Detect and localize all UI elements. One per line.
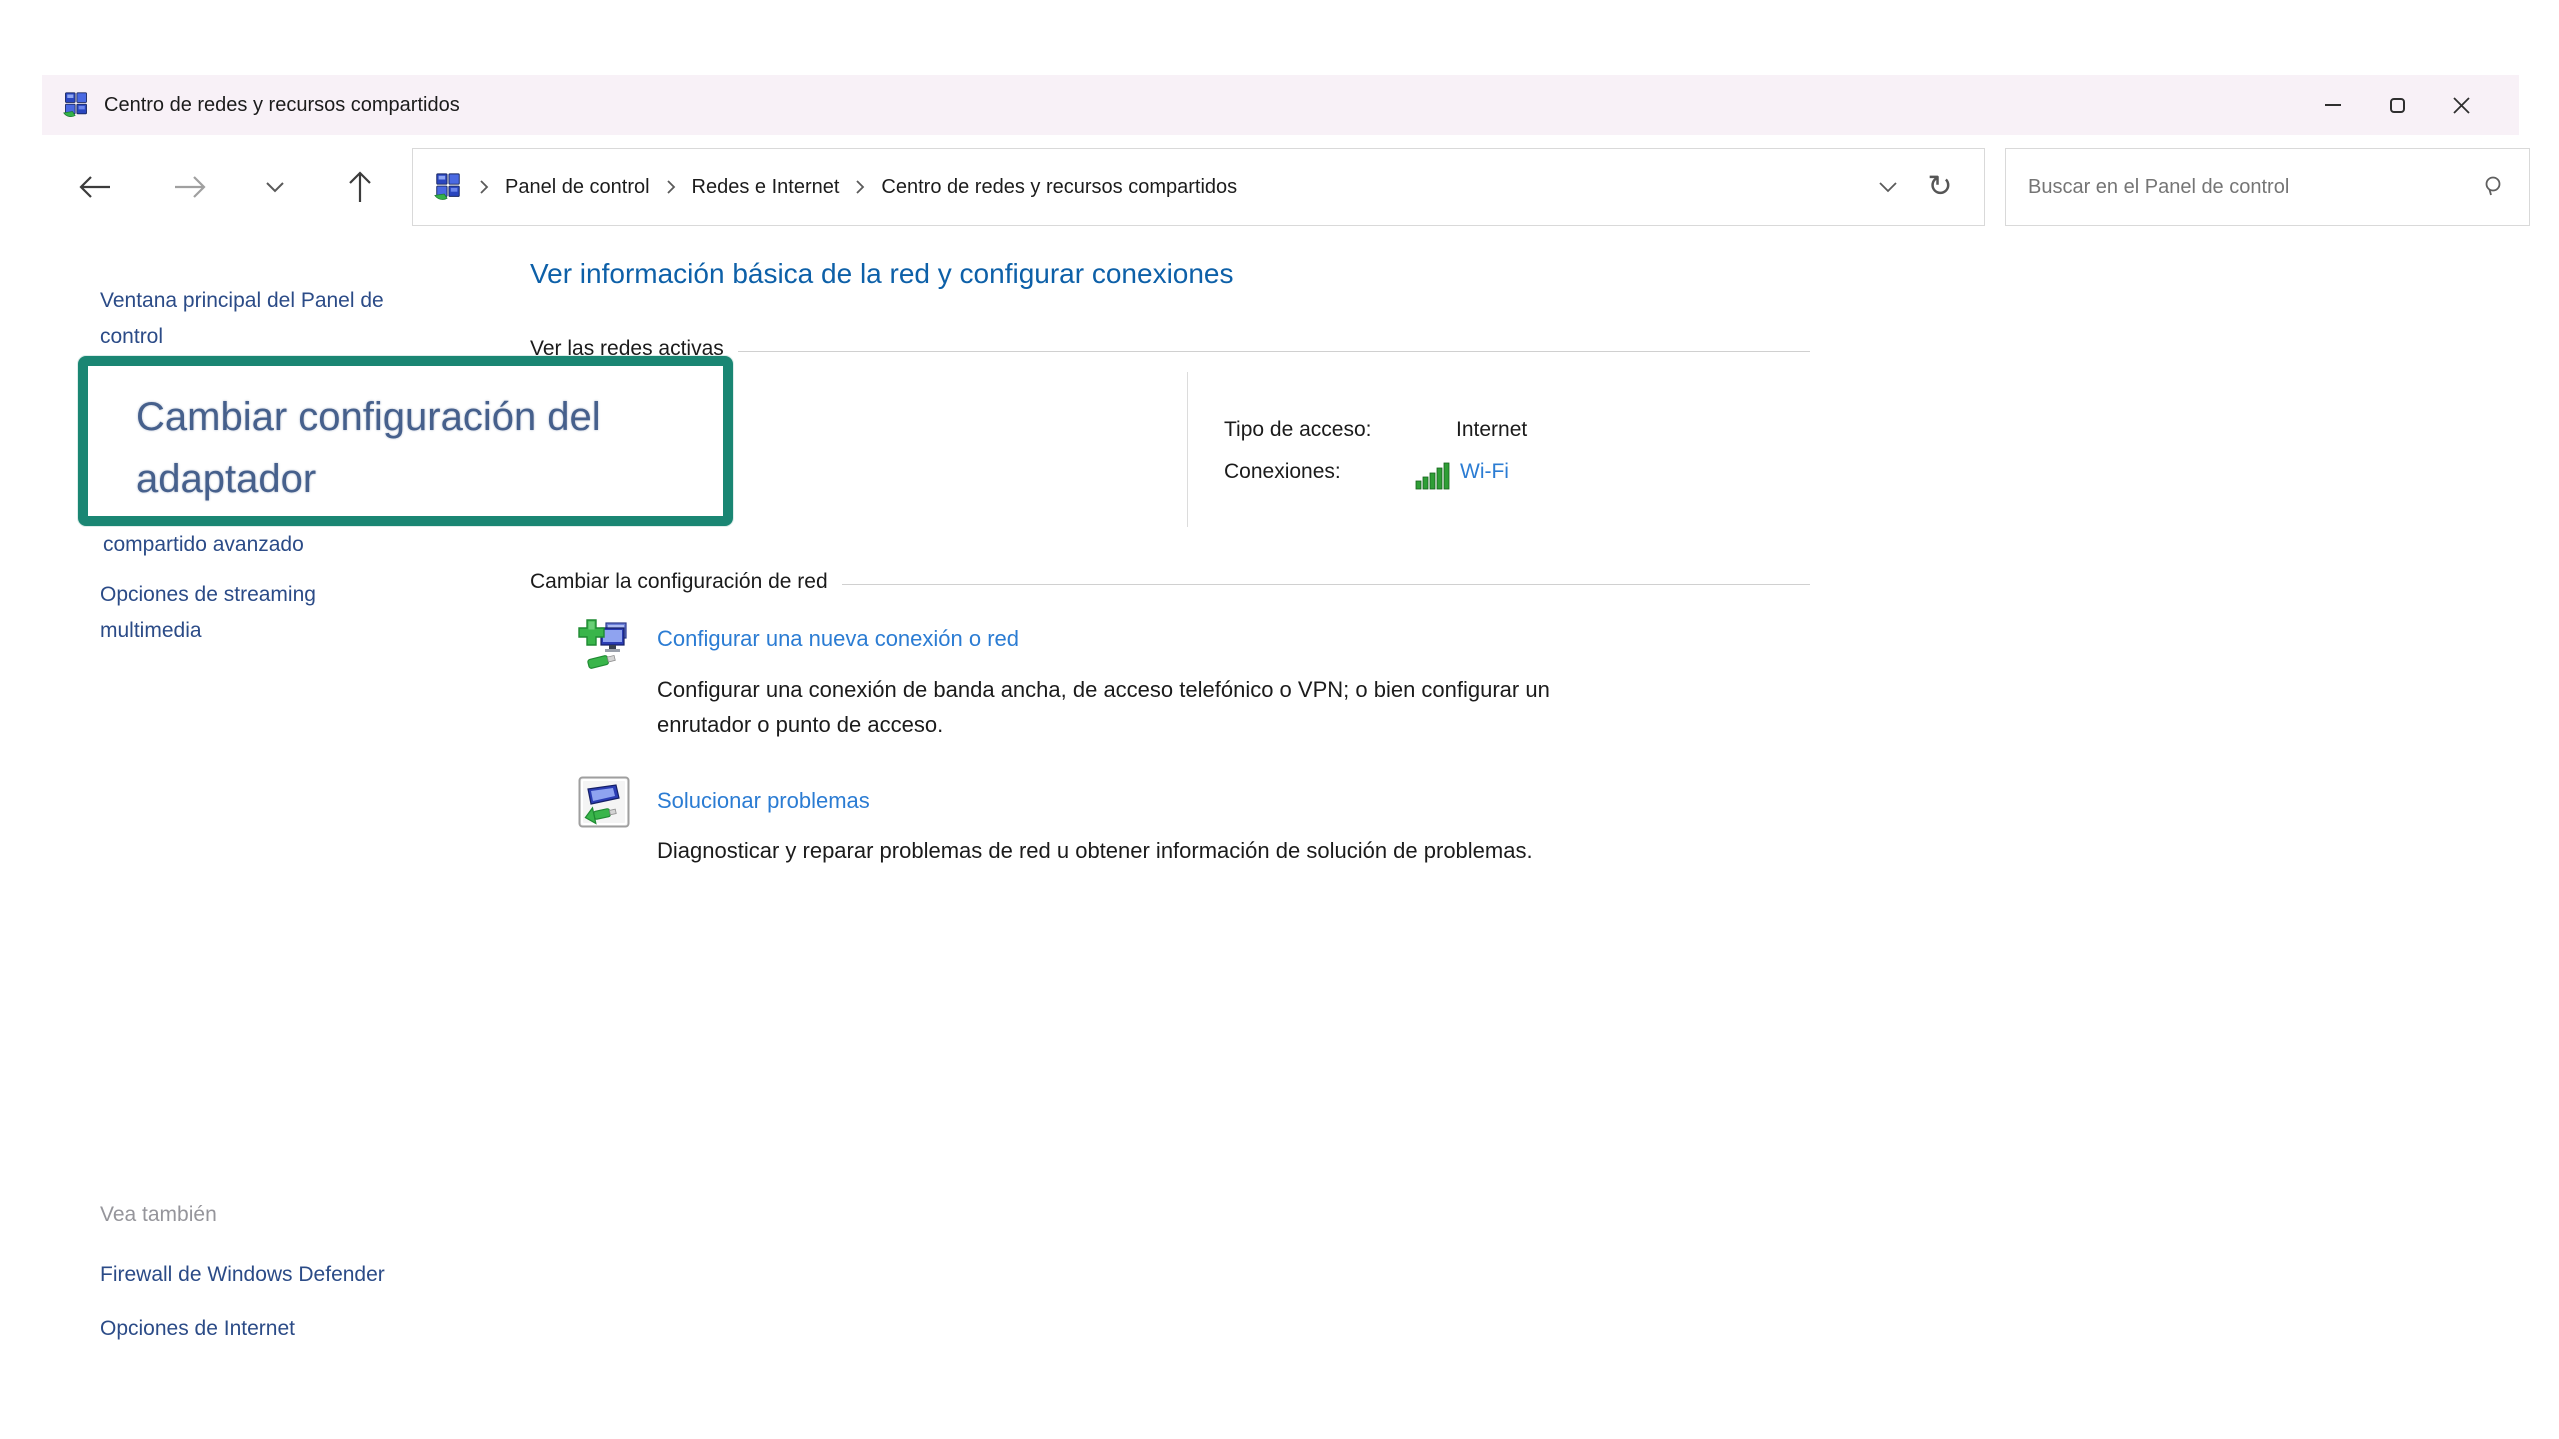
- chevron-down-icon: [265, 181, 285, 193]
- sidebar-item-media-streaming[interactable]: Opciones de streaming multimedia: [100, 577, 330, 649]
- setup-new-connection-description: Configurar una conexión de banda ancha, …: [657, 672, 1550, 742]
- change-network-settings-section-header: Cambiar la configuración de red: [530, 570, 1810, 594]
- refresh-button[interactable]: ↻: [1914, 161, 1966, 213]
- search-input[interactable]: [2028, 176, 2483, 199]
- address-dropdown-button[interactable]: [1862, 161, 1914, 213]
- breadcrumb-item-centro-de-redes[interactable]: Centro de redes y recursos compartidos: [881, 176, 1237, 199]
- up-arrow-icon: [347, 170, 373, 204]
- sidebar-item-internet-options[interactable]: Opciones de Internet: [100, 1311, 295, 1347]
- chevron-right-icon: [855, 179, 865, 195]
- recent-locations-button[interactable]: [256, 164, 294, 210]
- address-bar-controls: ↻: [1862, 161, 1966, 213]
- wifi-signal-icon: [1415, 462, 1453, 490]
- forward-button[interactable]: [167, 164, 213, 210]
- address-bar[interactable]: Panel de control Redes e Internet Centro…: [412, 148, 1985, 226]
- up-button[interactable]: [337, 164, 383, 210]
- close-icon: [2452, 96, 2471, 115]
- change-adapter-settings-callout: Cambiar configuración del adaptador: [78, 356, 733, 526]
- window-controls: [2301, 83, 2493, 127]
- window-title: Centro de redes y recursos compartidos: [104, 94, 460, 117]
- troubleshoot-problems-description: Diagnosticar y reparar problemas de red …: [657, 833, 1533, 868]
- back-button[interactable]: [72, 164, 118, 210]
- sidebar-item-windows-defender-firewall[interactable]: Firewall de Windows Defender: [100, 1257, 385, 1293]
- close-button[interactable]: [2429, 83, 2493, 127]
- wifi-connection-link[interactable]: Wi-Fi: [1460, 460, 1509, 484]
- section-divider: [842, 584, 1810, 585]
- page-title: Ver información básica de la red y confi…: [530, 258, 1234, 290]
- description-line: Diagnosticar y reparar problemas de red …: [657, 833, 1533, 868]
- chevron-right-icon: [666, 179, 676, 195]
- change-network-settings-label: Cambiar la configuración de red: [530, 570, 828, 594]
- forward-arrow-icon: [173, 174, 207, 200]
- setup-new-connection-link[interactable]: Configurar una nueva conexión o red: [657, 626, 1019, 652]
- titlebar: Centro de redes y recursos compartidos: [42, 75, 2519, 135]
- search-box: [2005, 148, 2530, 226]
- sidebar-item-control-panel-home[interactable]: Ventana principal del Panel de control: [100, 283, 400, 355]
- description-line: Configurar una conexión de banda ancha, …: [657, 672, 1550, 707]
- refresh-icon: ↻: [1927, 172, 1952, 202]
- breadcrumb: Panel de control Redes e Internet Centro…: [463, 176, 1237, 199]
- minimize-button[interactable]: [2301, 83, 2365, 127]
- description-line: enrutador o punto de acceso.: [657, 707, 1550, 742]
- connections-label: Conexiones:: [1224, 460, 1341, 484]
- maximize-icon: [2390, 98, 2405, 113]
- network-info-divider: [1187, 372, 1188, 527]
- troubleshoot-icon[interactable]: [578, 776, 630, 828]
- network-sharing-center-icon: [62, 91, 90, 119]
- network-sharing-center-window: Centro de redes y recursos compartidos: [42, 75, 2519, 1439]
- screenshot-canvas: Centro de redes y recursos compartidos: [0, 0, 2559, 1439]
- chevron-right-icon: [479, 179, 489, 195]
- section-divider: [738, 351, 1810, 352]
- troubleshoot-problems-link[interactable]: Solucionar problemas: [657, 788, 870, 814]
- sidebar-item-change-adapter-settings[interactable]: Cambiar configuración del adaptador: [136, 386, 706, 510]
- access-type-label: Tipo de acceso:: [1224, 418, 1371, 442]
- back-arrow-icon: [78, 174, 112, 200]
- breadcrumb-item-redes-e-internet[interactable]: Redes e Internet: [692, 176, 840, 199]
- maximize-button[interactable]: [2365, 83, 2429, 127]
- new-connection-icon[interactable]: [578, 617, 632, 673]
- access-type-value: Internet: [1456, 418, 1527, 442]
- breadcrumb-item-panel-de-control[interactable]: Panel de control: [505, 176, 650, 199]
- search-icon[interactable]: [2483, 175, 2507, 199]
- network-sharing-center-icon: [433, 172, 463, 202]
- chevron-down-icon: [1878, 181, 1898, 193]
- sidebar-see-also-header: Vea también: [100, 1203, 217, 1227]
- minimize-icon: [2325, 104, 2341, 106]
- sidebar-item-advanced-sharing-remnant[interactable]: compartido avanzado: [103, 527, 304, 563]
